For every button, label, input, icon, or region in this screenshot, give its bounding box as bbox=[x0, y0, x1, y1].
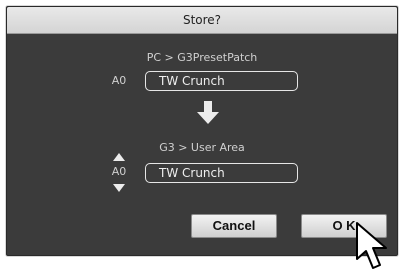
mouse-pointer-icon bbox=[356, 222, 387, 269]
source-patch-name: TW Crunch bbox=[145, 71, 298, 91]
triangle-up-icon[interactable] bbox=[113, 153, 125, 161]
source-path-label: PC > G3PresetPatch bbox=[146, 51, 258, 64]
dialog-title: Store? bbox=[7, 7, 397, 34]
destination-patch-name-field[interactable]: TW Crunch bbox=[145, 163, 298, 183]
store-dialog: Store? PC > G3PresetPatch A0 TW Crunch G… bbox=[6, 6, 398, 256]
destination-slot-label: A0 bbox=[111, 165, 127, 178]
destination-path-label: G3 > User Area bbox=[159, 141, 245, 154]
cancel-button[interactable]: Cancel bbox=[191, 214, 277, 238]
triangle-down-icon[interactable] bbox=[113, 184, 125, 192]
arrow-down-icon bbox=[197, 101, 219, 124]
source-slot-label: A0 bbox=[111, 74, 127, 87]
